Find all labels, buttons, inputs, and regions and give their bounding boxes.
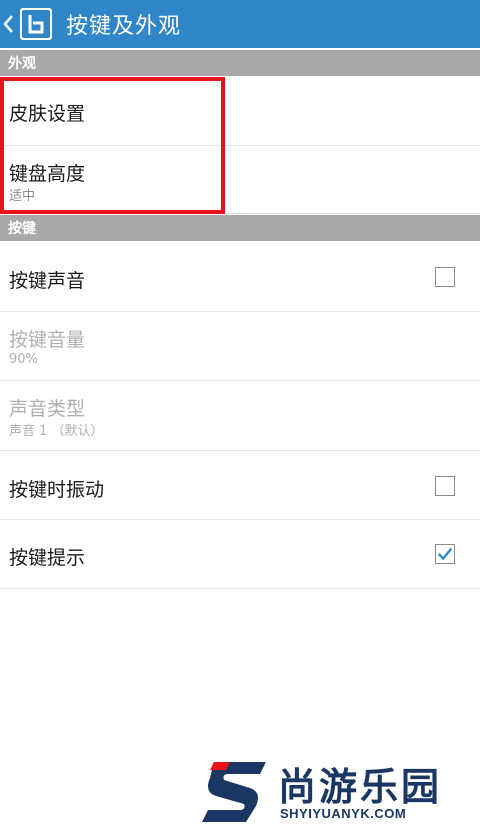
setting-key-vibrate[interactable]: 按键时振动 <box>0 451 480 520</box>
watermark-text-cn: 尚游乐园 <box>278 765 443 809</box>
page-title: 按键及外观 <box>66 14 182 39</box>
watermark-text-en: SHYIYUANYK.COM <box>280 806 407 821</box>
back-button[interactable] <box>0 0 54 48</box>
setting-value: 声音 1 （默认） <box>9 424 104 439</box>
watermark-logo-icon <box>202 762 266 822</box>
setting-title: 声音类型 <box>9 398 86 420</box>
setting-title: 按键提示 <box>9 547 86 569</box>
section-header-appearance: 外观 <box>0 50 480 76</box>
checkmark-icon <box>437 547 453 561</box>
key-hint-checkbox[interactable] <box>435 544 455 564</box>
app-bar: 按键及外观 <box>0 0 480 48</box>
key-vibrate-checkbox[interactable] <box>435 476 455 496</box>
setting-title: 按键音量 <box>9 329 86 351</box>
highlight-annotation <box>0 77 225 214</box>
setting-value: 90% <box>9 352 38 367</box>
app-logo-icon <box>20 8 52 40</box>
setting-key-volume: 按键音量 90% <box>0 312 480 381</box>
chevron-left-icon <box>3 15 13 33</box>
watermark: 尚游乐园 SHYIYUANYK.COM <box>200 758 480 826</box>
setting-sound-type: 声音类型 声音 1 （默认） <box>0 381 480 451</box>
setting-key-hint[interactable]: 按键提示 <box>0 520 480 589</box>
setting-title: 按键时振动 <box>9 479 105 501</box>
setting-key-sound[interactable]: 按键声音 <box>0 241 480 312</box>
key-sound-checkbox[interactable] <box>435 267 455 287</box>
section-header-keys: 按键 <box>0 215 480 241</box>
setting-title: 按键声音 <box>9 270 86 292</box>
